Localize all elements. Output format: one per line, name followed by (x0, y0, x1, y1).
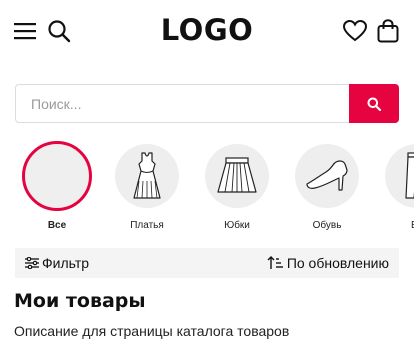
search-input[interactable] (15, 84, 349, 123)
skirt-icon (217, 157, 257, 193)
search-icon (367, 97, 381, 111)
category-label: Юбки (224, 220, 250, 231)
category-skirts-circle (205, 144, 269, 208)
page-title: Мои товары (14, 290, 146, 312)
shoe-icon (306, 160, 348, 191)
category-carousel[interactable]: Все Платья Юбки Обувь (0, 141, 414, 241)
sort-button[interactable]: По обновлению (267, 255, 389, 271)
sliders-icon (25, 257, 39, 269)
cart-button[interactable] (375, 17, 401, 45)
category-label: Обувь (312, 220, 342, 231)
category-label: Платья (130, 220, 164, 231)
category-label: Все (47, 220, 67, 231)
filter-button[interactable]: Фильтр (25, 255, 89, 271)
filter-label: Фильтр (42, 255, 90, 271)
category-shoes-circle (295, 144, 359, 208)
category-all[interactable]: Все (12, 141, 102, 231)
filter-sort-bar: Фильтр По обновлению (15, 248, 399, 278)
search-bar (15, 84, 399, 123)
dress-icon (133, 152, 161, 199)
category-all-circle (22, 141, 92, 211)
category-skirts[interactable]: Юбки (192, 141, 282, 231)
header: LOGO (0, 0, 414, 62)
category-dresses-circle (115, 144, 179, 208)
category-pants-circle (385, 144, 414, 208)
category-dresses[interactable]: Платья (102, 141, 192, 231)
category-pants[interactable]: Бр (372, 141, 414, 231)
wishlist-button[interactable] (342, 18, 368, 44)
sort-icon (267, 256, 283, 269)
category-shoes[interactable]: Обувь (282, 141, 372, 231)
pants-icon (405, 152, 414, 199)
sort-label: По обновлению (286, 255, 389, 271)
heart-icon (343, 20, 367, 42)
category-label: Бр (372, 220, 414, 231)
search-submit-button[interactable] (349, 84, 399, 123)
page-description: Описание для страницы каталога товаров (14, 323, 290, 339)
bag-icon (377, 19, 399, 43)
